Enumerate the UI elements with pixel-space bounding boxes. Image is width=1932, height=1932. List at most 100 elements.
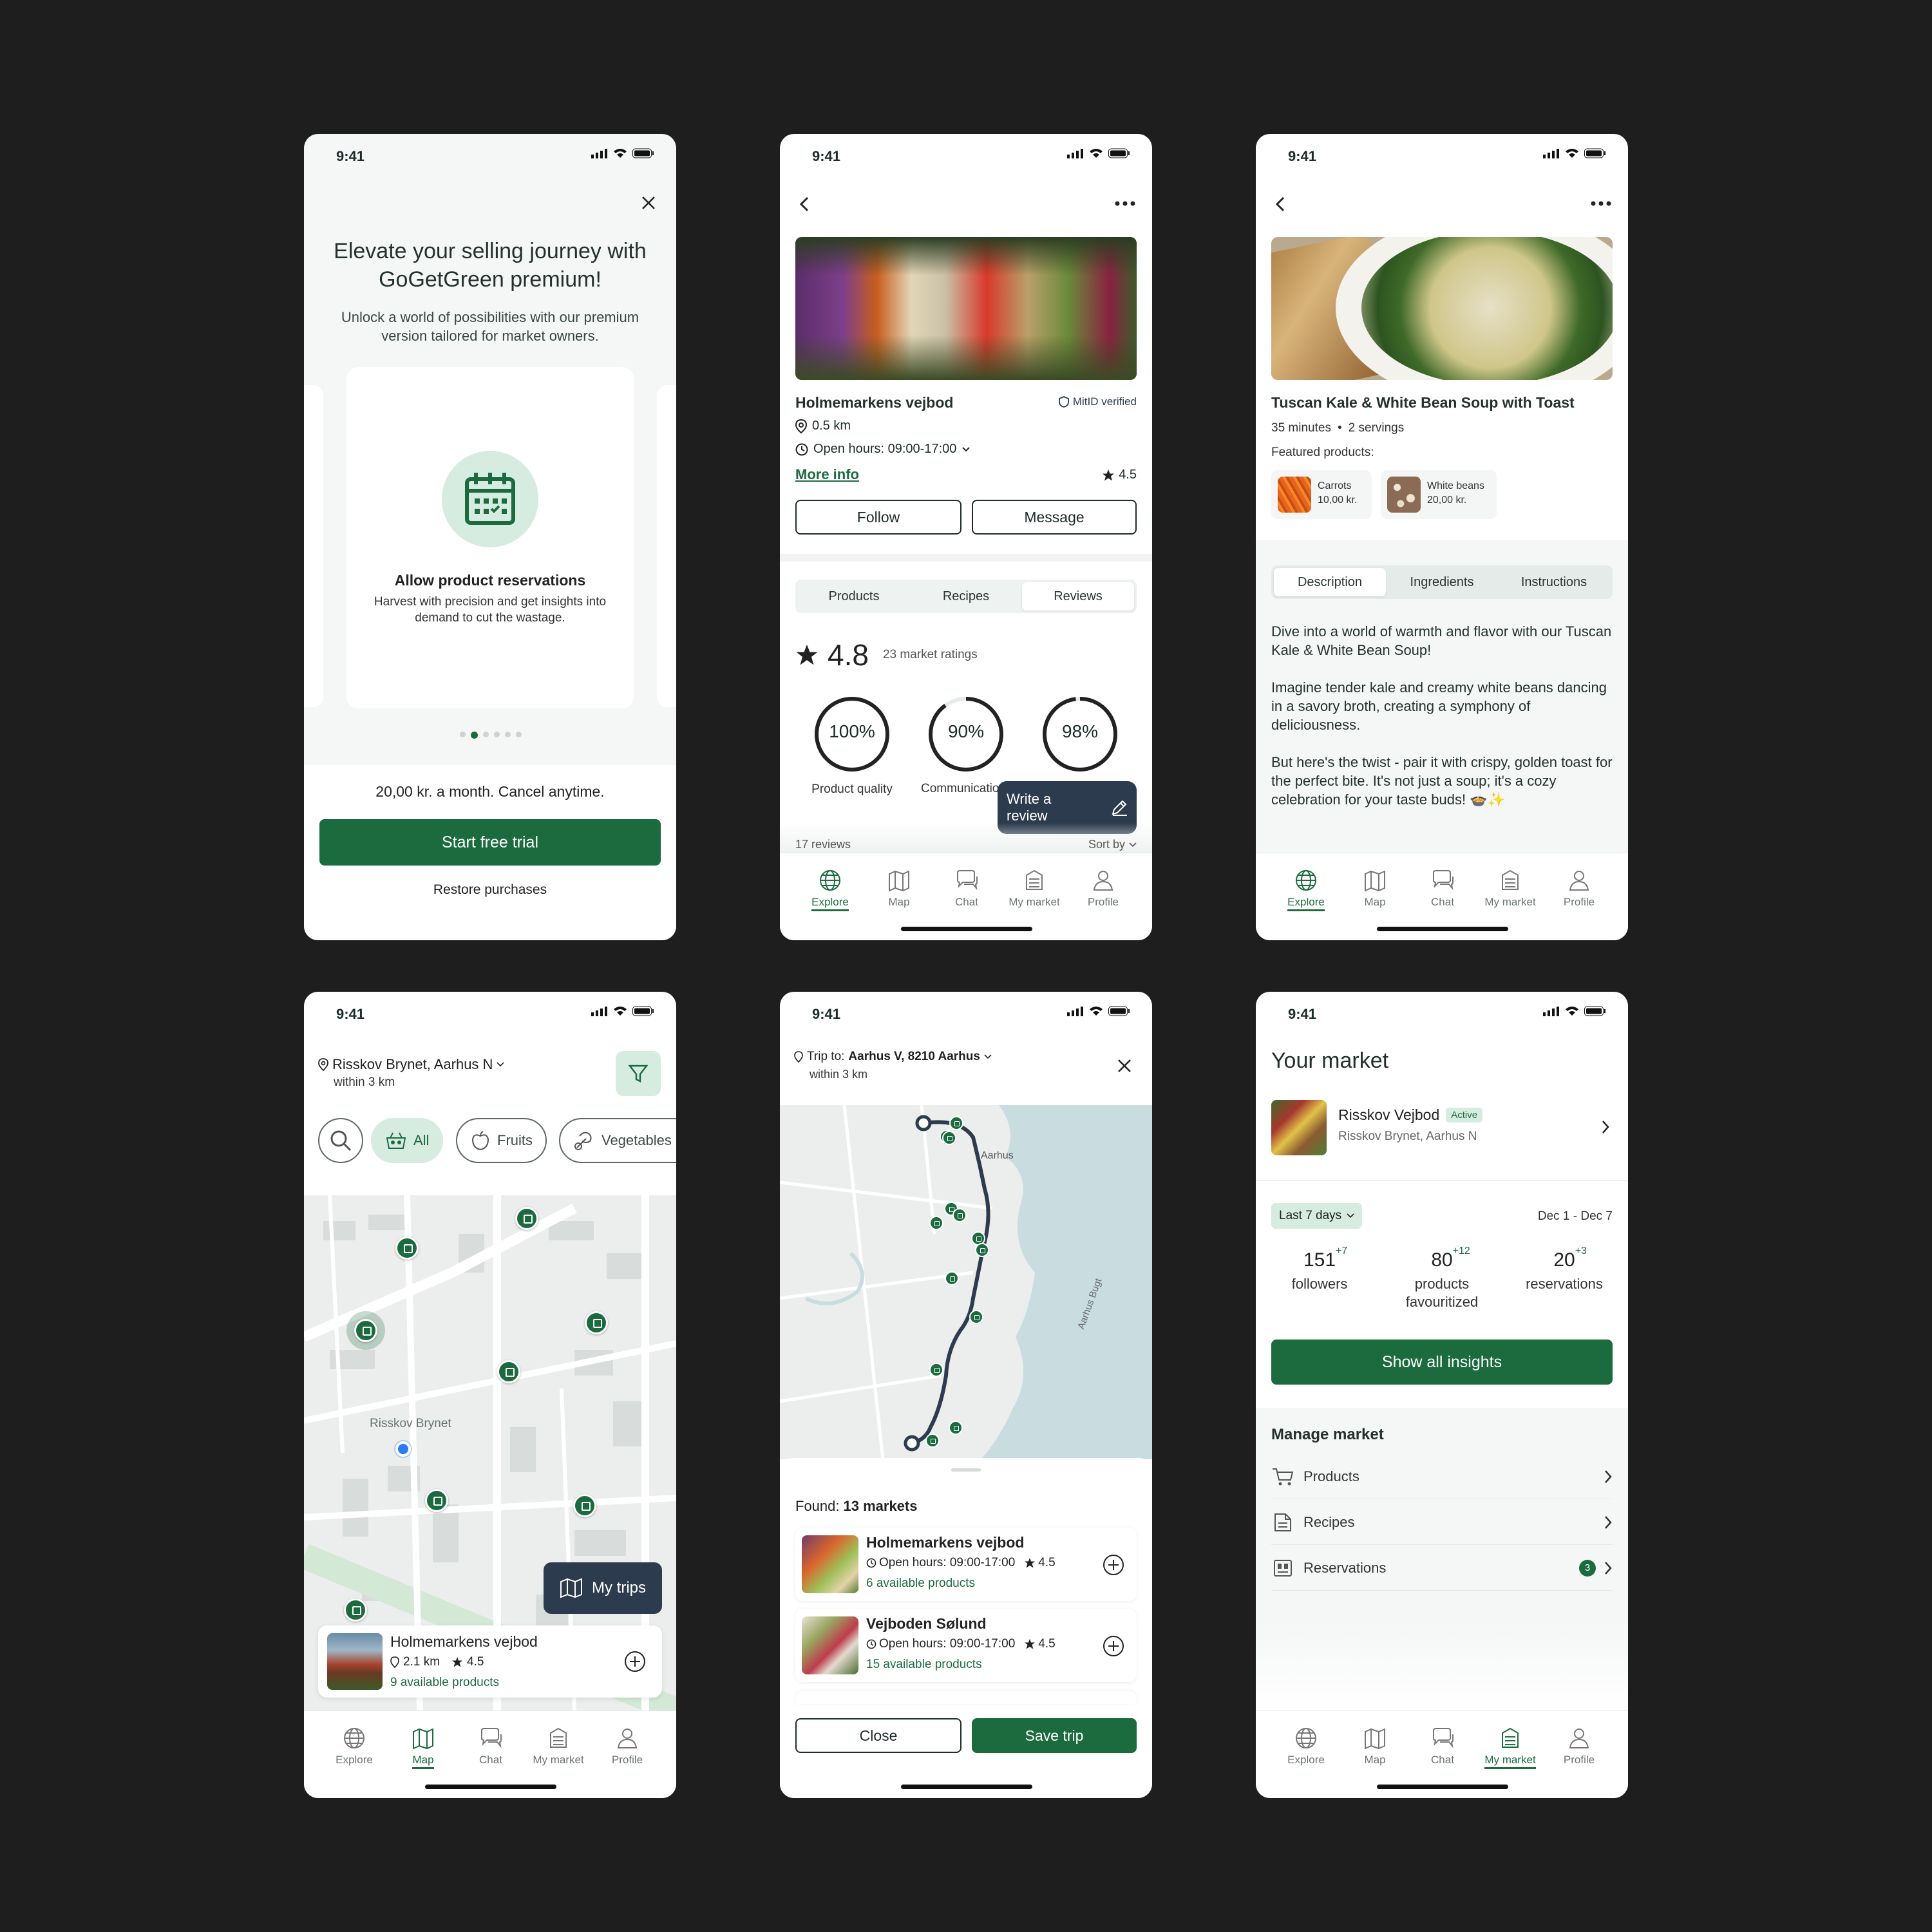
chip-all[interactable]: All — [371, 1118, 444, 1163]
map-pin[interactable] — [925, 1434, 940, 1448]
add-circle-icon[interactable] — [623, 1650, 647, 1673]
tab-map[interactable]: Map — [1343, 869, 1407, 909]
tab-map[interactable]: Map — [391, 1727, 455, 1769]
manage-recipes-row[interactable]: Recipes — [1271, 1500, 1613, 1545]
feature-card: Allow product reservations Harvest with … — [346, 367, 634, 708]
hours-text: Open hours: 09:00-17:00 — [813, 442, 957, 456]
tab-my-market[interactable]: My market — [1478, 1727, 1542, 1769]
map-view[interactable]: Risskov Brynet My trips Holmemarkens vej… — [304, 1195, 676, 1710]
tab-map[interactable]: Map — [867, 869, 931, 909]
map-pin-selected[interactable] — [354, 1319, 377, 1342]
map-pin[interactable] — [969, 1310, 983, 1324]
chip-vegetables[interactable]: Vegetables — [559, 1118, 676, 1163]
close-icon[interactable] — [641, 195, 656, 211]
tab-map[interactable]: Map — [1343, 1727, 1407, 1766]
carousel-dots[interactable] — [460, 732, 522, 739]
close-button[interactable]: Close — [795, 1718, 961, 1753]
location-selector[interactable]: Risskov Brynet, Aarhus N — [318, 1056, 505, 1073]
premium-title: Elevate your selling journey with GoGetG… — [334, 239, 647, 292]
market-preview-card[interactable]: Holmemarkens vejbod 2.1 km 4.5 9 availab… — [318, 1625, 662, 1698]
my-trips-button[interactable]: My trips — [544, 1562, 662, 1614]
trip-map[interactable]: Aarhus Aarhus Bugt — [780, 1105, 1152, 1459]
stat-label: products favouritized — [1405, 1276, 1479, 1310]
map-pin[interactable] — [515, 1207, 538, 1230]
tab-description[interactable]: Description — [1274, 568, 1386, 596]
map-pin[interactable] — [395, 1236, 419, 1260]
tab-profile[interactable]: Profile — [1547, 869, 1611, 909]
location-pin-icon — [390, 1656, 399, 1668]
map-pin[interactable] — [949, 1116, 963, 1130]
tab-products[interactable]: Products — [798, 582, 910, 611]
follow-button[interactable]: Follow — [795, 500, 961, 535]
tab-explore[interactable]: Explore — [1274, 869, 1338, 911]
back-icon[interactable] — [798, 195, 811, 213]
my-trips-label: My trips — [592, 1579, 646, 1596]
market-avatar — [1271, 1100, 1327, 1155]
trip-market-item[interactable]: Vejboden Sølund Open hours: 09:00-17:00 … — [795, 1609, 1137, 1682]
map-pin[interactable] — [344, 1598, 367, 1622]
map-pin[interactable] — [952, 1208, 967, 1222]
map-pin[interactable] — [573, 1494, 596, 1517]
map-pin[interactable] — [425, 1489, 448, 1512]
start-trial-button[interactable]: Start free trial — [319, 819, 661, 866]
map-pin[interactable] — [585, 1311, 608, 1334]
add-circle-icon[interactable] — [1102, 1634, 1125, 1658]
close-icon[interactable] — [1117, 1058, 1132, 1074]
sort-by-button[interactable]: Sort by — [1088, 838, 1137, 851]
signal-icon — [1543, 1007, 1559, 1016]
period-dropdown[interactable]: Last 7 days — [1271, 1203, 1363, 1229]
hours-row[interactable]: Open hours: 09:00-17:00 — [795, 442, 971, 457]
message-button[interactable]: Message — [972, 500, 1137, 535]
carousel-next-card[interactable] — [657, 385, 676, 707]
more-icon[interactable] — [1115, 201, 1135, 206]
map-icon — [889, 870, 909, 892]
map-pin[interactable] — [949, 1421, 963, 1435]
search-chip[interactable] — [318, 1118, 363, 1163]
more-info-link[interactable]: More info — [795, 466, 859, 483]
tab-recipes[interactable]: Recipes — [910, 582, 1022, 611]
filter-button[interactable] — [616, 1051, 661, 1096]
add-circle-icon[interactable] — [1102, 1553, 1125, 1577]
tab-ingredients[interactable]: Ingredients — [1386, 568, 1498, 596]
tab-chat[interactable]: Chat — [934, 869, 999, 909]
tab-explore[interactable]: Explore — [1274, 1727, 1338, 1766]
status-time: 9:41 — [1288, 1006, 1317, 1022]
map-pin[interactable] — [929, 1363, 943, 1377]
featured-product-white-beans[interactable]: White beans 20,00 kr. — [1381, 470, 1497, 519]
tab-instructions[interactable]: Instructions — [1498, 568, 1610, 596]
map-pin[interactable] — [929, 1216, 943, 1230]
market-row[interactable]: Risskov Vejbod Active Risskov Brynet, Aa… — [1271, 1097, 1613, 1159]
tab-reviews[interactable]: Reviews — [1022, 582, 1134, 611]
back-icon[interactable] — [1274, 195, 1287, 213]
trip-destination[interactable]: Trip to: Aarhus V, 8210 Aarhus — [794, 1050, 992, 1064]
restore-purchases-link[interactable]: Restore purchases — [304, 882, 676, 898]
manage-reservations-row[interactable]: Reservations 3 — [1271, 1546, 1613, 1591]
tab-profile[interactable]: Profile — [595, 1727, 659, 1766]
show-insights-button[interactable]: Show all insights — [1271, 1340, 1613, 1385]
tab-my-market[interactable]: My market — [1002, 869, 1066, 909]
manage-products-row[interactable]: Products — [1271, 1454, 1613, 1499]
tab-my-market[interactable]: My market — [1478, 869, 1542, 909]
chip-fruits[interactable]: Fruits — [456, 1118, 547, 1163]
map-pin[interactable] — [975, 1243, 989, 1257]
map-pin[interactable] — [942, 1131, 956, 1145]
page-title: Your market — [1271, 1048, 1389, 1073]
tab-chat[interactable]: Chat — [459, 1727, 523, 1766]
carousel-prev-card[interactable] — [304, 385, 323, 707]
map-pin[interactable] — [497, 1360, 520, 1383]
more-icon[interactable] — [1591, 201, 1611, 206]
tab-my-market[interactable]: My market — [526, 1727, 591, 1766]
tab-chat[interactable]: Chat — [1410, 869, 1475, 909]
tab-profile[interactable]: Profile — [1071, 869, 1135, 909]
save-trip-button[interactable]: Save trip — [972, 1718, 1137, 1753]
tab-chat[interactable]: Chat — [1410, 1727, 1475, 1766]
product-price: 10,00 kr. — [1318, 495, 1358, 506]
sheet-handle[interactable] — [951, 1468, 981, 1472]
tab-explore[interactable]: Explore — [322, 1727, 386, 1766]
tab-explore[interactable]: Explore — [798, 869, 862, 911]
map-pin[interactable] — [945, 1271, 959, 1285]
featured-product-carrots[interactable]: Carrots 10,00 kr. — [1271, 470, 1372, 519]
trip-market-item[interactable]: Holmemarkens vejbod Open hours: 09:00-17… — [795, 1528, 1137, 1601]
tab-profile[interactable]: Profile — [1547, 1727, 1611, 1766]
desc-paragraph-1: Dive into a world of warmth and flavor w… — [1271, 623, 1612, 658]
